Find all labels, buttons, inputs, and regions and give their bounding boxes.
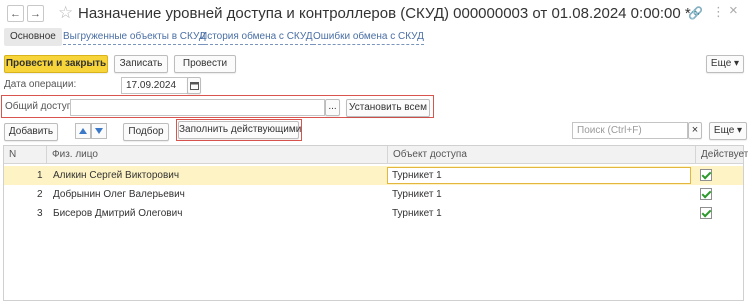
calendar-button[interactable] (187, 77, 201, 94)
active-checkbox[interactable] (700, 207, 712, 219)
add-button[interactable]: Добавить (4, 123, 58, 141)
clear-search-button[interactable]: × (688, 122, 702, 139)
general-access-input[interactable] (70, 99, 325, 116)
post-button[interactable]: Провести (174, 55, 236, 73)
column-header-active[interactable]: Действует (695, 146, 748, 164)
pick-button[interactable]: Подбор (123, 123, 169, 141)
person-cell[interactable]: Добрынин Олег Валерьевич (53, 185, 185, 204)
operation-date-input[interactable] (121, 77, 188, 94)
favorite-star-icon[interactable]: ☆ (58, 3, 73, 23)
tab-exchange-errors[interactable]: Ошибки обмена с СКУД (313, 30, 424, 45)
arrow-down-icon (95, 128, 103, 134)
link-icon[interactable]: 🔗 (688, 6, 703, 20)
tab-main[interactable]: Основное (4, 28, 62, 46)
general-access-select-button[interactable]: ... (325, 99, 340, 116)
search-input[interactable] (572, 122, 688, 139)
column-header-n[interactable]: N (4, 146, 46, 164)
tab-exported-objects[interactable]: Выгруженные объекты в СКУД (63, 30, 206, 45)
page-title: Назначение уровней доступа и контроллеро… (78, 5, 691, 22)
object-cell[interactable]: Турникет 1 (392, 204, 442, 223)
calendar-icon (189, 82, 199, 90)
operation-date-label: Дата операции: (4, 79, 77, 90)
general-access-label: Общий доступ: (5, 101, 75, 112)
person-cell[interactable]: Бисеров Дмитрий Олегович (53, 204, 182, 223)
active-checkbox[interactable] (700, 169, 712, 181)
more-button[interactable]: Еще ▾ (706, 55, 744, 73)
row-number: 2 (37, 189, 43, 200)
column-header-person[interactable]: Физ. лицо (46, 146, 387, 164)
set-all-button[interactable]: Установить всем (346, 99, 430, 117)
row-number: 1 (37, 170, 43, 181)
table-row[interactable]: 1 Аликин Сергей Викторович Турникет 1 (4, 166, 743, 185)
move-up-button[interactable] (75, 123, 91, 139)
object-cell[interactable]: Турникет 1 (392, 185, 442, 204)
more-menu-icon[interactable]: ⋮ (712, 4, 725, 20)
write-button[interactable]: Записать (114, 55, 168, 73)
tab-exchange-history[interactable]: История обмена с СКУД (200, 30, 313, 45)
close-icon[interactable]: × (729, 2, 738, 19)
move-down-button[interactable] (91, 123, 107, 139)
arrow-up-icon (79, 128, 87, 134)
fill-active-button[interactable]: Заполнить действующими (178, 121, 301, 139)
column-header-object[interactable]: Объект доступа (387, 146, 695, 164)
back-button[interactable]: ← (7, 5, 24, 22)
object-cell-editor[interactable]: Турникет 1 (387, 167, 691, 184)
active-checkbox[interactable] (700, 188, 712, 200)
table-row[interactable]: 3 Бисеров Дмитрий Олегович Турникет 1 (4, 204, 743, 223)
post-and-close-button[interactable]: Провести и закрыть (4, 55, 108, 73)
row-number: 3 (37, 208, 43, 219)
person-cell[interactable]: Аликин Сергей Викторович (53, 166, 179, 185)
table-row[interactable]: 2 Добрынин Олег Валерьевич Турникет 1 (4, 185, 743, 204)
table-more-button[interactable]: Еще ▾ (709, 122, 747, 140)
forward-button[interactable]: → (27, 5, 44, 22)
access-table: N Физ. лицо Объект доступа Действует 1 А… (3, 145, 748, 301)
